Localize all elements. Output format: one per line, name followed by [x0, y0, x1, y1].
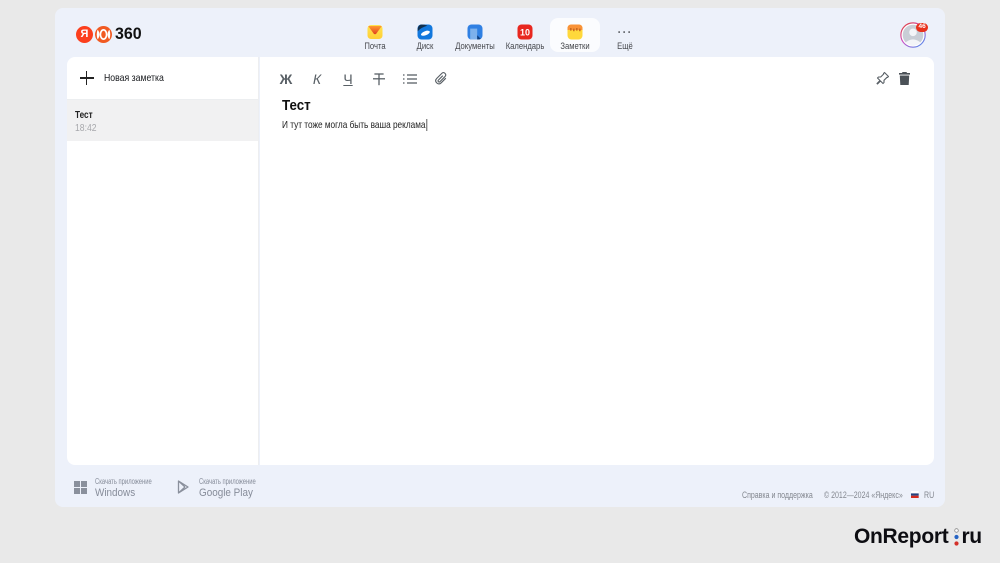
svg-text:10: 10 [520, 27, 530, 37]
